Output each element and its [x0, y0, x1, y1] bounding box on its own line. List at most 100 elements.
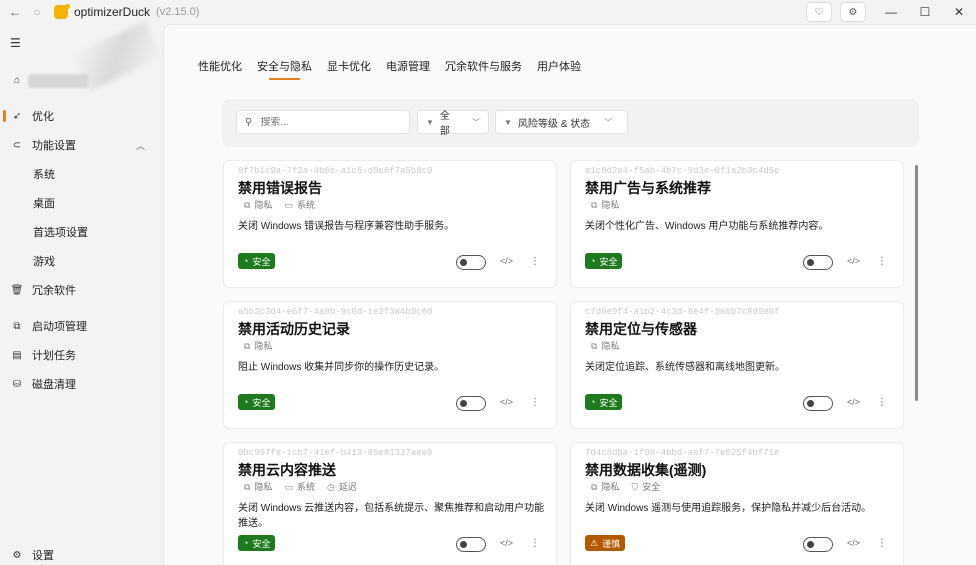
privacy-icon: ⧉	[591, 482, 598, 492]
tab-security-privacy[interactable]: 安全与隐私	[257, 58, 312, 80]
chevron-down-icon: ﹀	[472, 117, 480, 127]
chevron-down-icon: ﹀	[604, 117, 613, 127]
sidebar-item-desktop[interactable]: 桌面	[0, 189, 163, 217]
tab-bloatware-services[interactable]: 冗余软件与服务	[445, 58, 522, 74]
sidebar-item-games[interactable]: 游戏	[0, 247, 163, 275]
search-input[interactable]	[260, 116, 401, 128]
tweak-title: 禁用活动历史记录	[238, 321, 350, 337]
sidebar-item-startup[interactable]: ⧉ 启动项管理	[0, 312, 163, 340]
tag: ⧉ 隐私	[591, 482, 620, 492]
more-icon[interactable]: ⋮	[530, 397, 540, 408]
privacy-icon: ⧉	[244, 482, 251, 492]
tweak-toggle[interactable]	[803, 255, 833, 270]
risk-badge: ◔ 安全	[238, 394, 276, 410]
tweak-title: 禁用数据收集(遥测)	[585, 462, 707, 478]
tab-user-experience[interactable]: 用户体验	[537, 58, 581, 74]
risk-badge: ◔ 安全	[585, 394, 623, 410]
tweak-title: 禁用定位与传感器	[585, 321, 697, 337]
tag: ⧉ 隐私	[244, 200, 273, 210]
tag: ⧉ 隐私	[591, 341, 620, 351]
code-icon[interactable]: </>	[500, 538, 513, 548]
privacy-icon: ⧉	[591, 200, 598, 210]
tweak-card[interactable]: 0bc997fe-1cb7-41ef-b413-85e81337aee8 禁用云…	[223, 442, 557, 565]
tweak-card[interactable]: e1c8d2e4-f5ab-4b7c-9d3e-0f1a2b3c4d5e 禁用广…	[570, 160, 904, 288]
tweak-toggle[interactable]	[803, 537, 833, 552]
tweak-id: 8f7b1c9a-7f2a-4b6e-a1c6-d9e6f7a5b8c0	[238, 166, 433, 176]
maximize-button[interactable]: ☐	[908, 0, 942, 24]
tweak-id: 0bc997fe-1cb7-41ef-b413-85e81337aee8	[238, 448, 433, 458]
tweak-title: 禁用云内容推送	[238, 462, 336, 478]
privacy-icon: ⧉	[244, 341, 251, 351]
tweak-card[interactable]: 7d4c8dba-1f90-4bbd-aef7-7e025f4bf71e 禁用数…	[570, 442, 904, 565]
code-icon[interactable]: </>	[847, 397, 860, 407]
more-icon[interactable]: ⋮	[877, 538, 887, 549]
tab-power[interactable]: 电源管理	[386, 58, 430, 74]
calendar-icon: ▤	[12, 349, 22, 361]
more-icon[interactable]: ⋮	[530, 256, 540, 267]
tweak-toggle[interactable]	[456, 255, 486, 270]
code-icon[interactable]: </>	[500, 397, 513, 407]
app-version: (v2.15.0)	[156, 6, 200, 18]
sidebar-item-bloatware[interactable]: 🗑 冗余软件	[0, 276, 163, 304]
risk-filter-dropdown[interactable]: ▼ 风险等级 & 状态 ﹀	[495, 110, 628, 134]
tweak-title: 禁用错误报告	[238, 180, 322, 196]
sidebar-item-system[interactable]: 系统	[0, 160, 163, 188]
more-icon[interactable]: ⋮	[877, 397, 887, 408]
tweak-card[interactable]: c7d8e9f4-a1b2-4c3d-8e4f-5a6b7c8d9e0f 禁用定…	[570, 301, 904, 429]
more-icon[interactable]: ⋮	[530, 538, 540, 549]
tweak-description: 关闭 Windows 云推送内容，包括系统提示、聚焦推荐和启动用户功能推送。	[238, 503, 545, 529]
sidebar-item-tasks[interactable]: ▤ 计划任务	[0, 341, 163, 369]
title-bar: ← ○ optimizerDuck (v2.15.0) ♡ ⚙ — ☐ ✕	[0, 0, 976, 24]
main-panel: 性能优化 安全与隐私 显卡优化 电源管理 冗余软件与服务 用户体验 ⚲ ▼ 全部…	[163, 24, 976, 565]
tweak-id: 7d4c8dba-1f90-4bbd-aef7-7e025f4bf71e	[585, 448, 780, 458]
tag: ⧉ 隐私	[244, 341, 273, 351]
tweak-description: 关闭个性化广告、Windows 用户功能与系统推荐内容。	[585, 221, 829, 232]
sidebar-item-disk-cleanup[interactable]: ⛁ 磁盘清理	[0, 370, 163, 398]
code-icon[interactable]: </>	[847, 256, 860, 266]
minimize-button[interactable]: —	[874, 0, 908, 24]
filter-icon: ▼	[504, 117, 512, 127]
more-icon[interactable]: ⋮	[877, 256, 887, 267]
chevron-up-icon[interactable]: ︿	[136, 139, 145, 152]
shield-check-icon: ◔	[590, 397, 596, 407]
category-filter-dropdown[interactable]: ▼ 全部 ﹀	[417, 110, 489, 137]
monitor-icon: ▭	[284, 200, 293, 210]
tweak-id: c7d8e9f4-a1b2-4c3d-8e4f-5a6b7c8d9e0f	[585, 307, 780, 317]
tab-performance[interactable]: 性能优化	[198, 58, 242, 74]
sidebar-item-settings[interactable]: ⚙ 设置	[0, 541, 163, 565]
translate-icon[interactable]: ⚙	[840, 2, 866, 22]
tweak-description: 关闭 Windows 遥测与使用追踪服务，保护隐私并减少后台活动。	[585, 503, 872, 514]
shield-check-icon: ◔	[243, 397, 249, 407]
hamburger-menu-icon[interactable]: ☰	[10, 36, 21, 50]
tag-list: ⧉ 隐私	[244, 339, 272, 352]
code-icon[interactable]: </>	[847, 538, 860, 548]
sidebar-item-preferences[interactable]: 首选项设置	[0, 218, 163, 246]
tweak-toggle[interactable]	[456, 537, 486, 552]
privacy-icon: ⧉	[244, 200, 251, 210]
back-arrow-icon[interactable]: ←	[4, 1, 26, 23]
clock-icon: ◷	[326, 482, 335, 492]
sidebar-item-features[interactable]: ⊂ 功能设置 ︿	[0, 131, 163, 159]
privacy-icon: ⧉	[591, 341, 598, 351]
search-box[interactable]: ⚲	[236, 110, 410, 134]
refresh-icon[interactable]: ○	[26, 1, 48, 23]
home-icon: ⌂	[13, 74, 21, 86]
shield-check-icon: ◔	[590, 256, 596, 266]
heart-icon[interactable]: ♡	[806, 2, 832, 22]
tweak-id: a5b2c3d4-e6f7-4a8b-9c0d-1e2f3a4b5c6d	[238, 307, 433, 317]
tab-gpu[interactable]: 显卡优化	[327, 58, 371, 74]
close-button[interactable]: ✕	[942, 0, 976, 24]
risk-badge: ◔ 安全	[585, 253, 623, 269]
monitor-icon: ▭	[284, 482, 293, 492]
tweak-toggle[interactable]	[456, 396, 486, 411]
disk-icon: ⛁	[12, 378, 22, 390]
startup-icon: ⧉	[13, 320, 21, 332]
code-icon[interactable]: </>	[500, 256, 513, 266]
tweak-card[interactable]: 8f7b1c9a-7f2a-4b6e-a1c6-d9e6f7a5b8c0 禁用错…	[223, 160, 557, 288]
tweak-card[interactable]: a5b2c3d4-e6f7-4a8b-9c0d-1e2f3a4b5c6d 禁用活…	[223, 301, 557, 429]
scrollbar[interactable]	[915, 165, 918, 401]
tag: ⧉ 隐私	[244, 482, 273, 492]
sidebar-item-optimize[interactable]: ➶ 优化	[0, 102, 163, 130]
tweak-toggle[interactable]	[803, 396, 833, 411]
tag-list: ⧉ 隐私 ▭ 系统 ◷ 延迟	[244, 480, 357, 493]
